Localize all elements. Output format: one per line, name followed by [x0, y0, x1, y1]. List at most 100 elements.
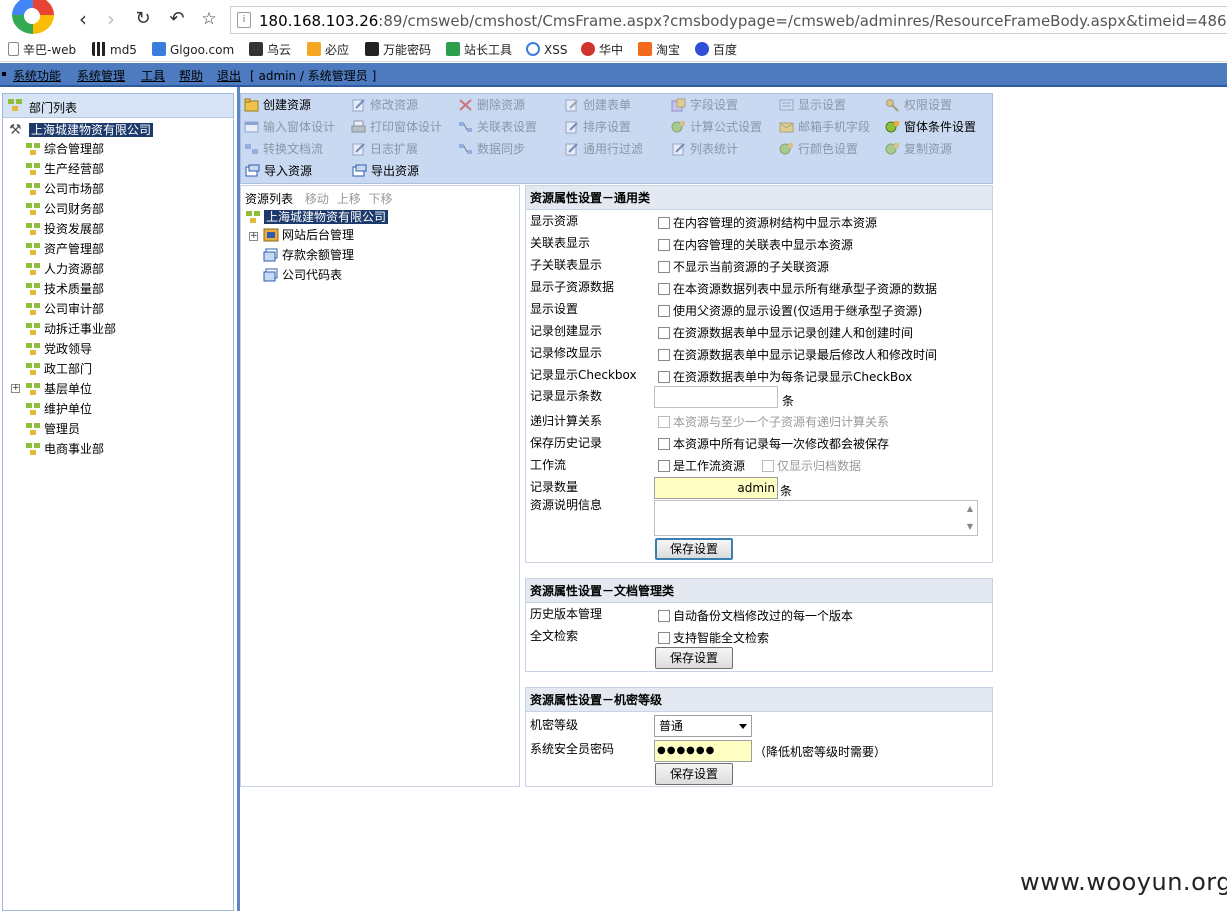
setting-checkbox[interactable]	[658, 327, 670, 339]
workflow-checkbox[interactable]	[658, 460, 670, 472]
department-item[interactable]: 党政领导	[25, 340, 92, 358]
bookmark-item[interactable]: 淘宝	[638, 41, 680, 59]
menu-help[interactable]: 帮助	[179, 67, 203, 84]
reload-icon[interactable]: ↻	[132, 8, 154, 30]
toolbar-button[interactable]: 打印窗体设计	[351, 117, 442, 137]
bookmark-item[interactable]: 百度	[695, 41, 737, 59]
setting-checkbox[interactable]	[658, 305, 670, 317]
undo-icon[interactable]: ↶	[166, 8, 188, 30]
dept-tree-root[interactable]: ⚒ 上海城建物资有限公司	[9, 122, 154, 140]
toolbar-button[interactable]: 字段设置	[671, 95, 738, 115]
forward-icon[interactable]: ›	[100, 8, 122, 30]
menu-logout[interactable]: 退出	[217, 67, 241, 84]
toolbar-button[interactable]: 权限设置	[885, 95, 952, 115]
move-button[interactable]: 移动	[305, 192, 329, 206]
fulltext-option[interactable]: 支持智能全文检索	[658, 628, 769, 648]
department-item[interactable]: 基层单位	[25, 380, 92, 398]
setting-option[interactable]: 在资源数据表单中为每条记录显示CheckBox	[658, 367, 912, 387]
archive-checkbox[interactable]	[762, 460, 774, 472]
setting-option[interactable]: 在资源数据表单中显示记录创建人和创建时间	[658, 323, 913, 343]
toolbar-button[interactable]: 列表统计	[671, 139, 738, 159]
setting-option[interactable]: 在资源数据表单中显示记录最后修改人和修改时间	[658, 345, 937, 365]
setting-option[interactable]: 在内容管理的资源树结构中显示本资源	[658, 213, 877, 233]
toolbar-button[interactable]: 显示设置	[779, 95, 846, 115]
setting-option[interactable]: 在内容管理的关联表中显示本资源	[658, 235, 853, 255]
bookmark-item[interactable]: 必应	[307, 41, 349, 59]
version-checkbox[interactable]	[658, 610, 670, 622]
setting-checkbox[interactable]	[658, 261, 670, 273]
address-bar[interactable]: i 180.168.103.26:89/cmsweb/cmshost/CmsFr…	[230, 6, 1227, 34]
bookmark-item[interactable]: 万能密码	[365, 41, 431, 59]
toolbar-button[interactable]: 数据同步	[458, 139, 525, 159]
department-item[interactable]: 生产经营部	[25, 160, 104, 178]
record-count-input[interactable]	[654, 386, 778, 408]
department-item[interactable]: 管理员	[25, 420, 80, 438]
move-down-button[interactable]: 下移	[369, 192, 393, 206]
toolbar-button[interactable]: 邮箱手机字段	[779, 117, 870, 137]
resource-tree-item[interactable]: 网站后台管理	[263, 226, 354, 244]
menu-tools[interactable]: 工具	[141, 67, 165, 84]
setting-option[interactable]: 不显示当前资源的子关联资源	[658, 257, 829, 277]
page-info-icon[interactable]: i	[237, 12, 251, 28]
workflow-option[interactable]: 是工作流资源	[658, 456, 745, 476]
setting-option[interactable]: 在本资源数据列表中显示所有继承型子资源的数据	[658, 279, 937, 299]
department-item[interactable]: 人力资源部	[25, 260, 104, 278]
bookmark-item[interactable]: 乌云	[249, 41, 291, 59]
setting-checkbox[interactable]	[658, 283, 670, 295]
browser-logo-icon[interactable]	[12, 0, 54, 34]
department-item[interactable]: 综合管理部	[25, 140, 104, 158]
toolbar-button[interactable]: 转换文档流	[244, 139, 323, 159]
toolbar-button[interactable]: 关联表设置	[458, 117, 537, 137]
menu-system-management[interactable]: 系统管理	[77, 67, 125, 84]
save-general-button[interactable]: 保存设置	[655, 538, 733, 560]
resource-tree-item[interactable]: 公司代码表	[263, 266, 342, 284]
toolbar-button[interactable]: 排序设置	[564, 117, 631, 137]
department-item[interactable]: 公司市场部	[25, 180, 104, 198]
toolbar-button[interactable]: 创建资源	[244, 95, 311, 115]
resource-tree-root[interactable]: 上海城建物资有限公司	[245, 208, 389, 226]
toolbar-button[interactable]: 日志扩展	[351, 139, 418, 159]
version-management-option[interactable]: 自动备份文档修改过的每一个版本	[658, 606, 853, 626]
bookmark-item[interactable]: 华中	[581, 41, 623, 59]
save-security-button[interactable]: 保存设置	[655, 763, 733, 785]
department-item[interactable]: 动拆迁事业部	[25, 320, 116, 338]
toolbar-button[interactable]: 创建表单	[564, 95, 631, 115]
department-item[interactable]: 公司审计部	[25, 300, 104, 318]
description-textarea[interactable]: ▲ ▼	[654, 500, 978, 536]
move-up-button[interactable]: 上移	[337, 192, 361, 206]
setting-option[interactable]: 使用父资源的显示设置(仅适用于继承型子资源)	[658, 301, 922, 321]
department-item[interactable]: 电商事业部	[25, 440, 104, 458]
bookmark-item[interactable]: XSS	[526, 41, 567, 59]
department-item[interactable]: 投资发展部	[25, 220, 104, 238]
toolbar-button[interactable]: 计算公式设置	[671, 117, 762, 137]
security-password-input[interactable]: ●●●●●●	[654, 740, 752, 762]
archive-option[interactable]: 仅显示归档数据	[762, 456, 861, 476]
department-item[interactable]: 政工部门	[25, 360, 92, 378]
expand-icon[interactable]: +	[11, 384, 20, 393]
toolbar-button[interactable]: 删除资源	[458, 95, 525, 115]
department-item[interactable]: 公司财务部	[25, 200, 104, 218]
save-document-button[interactable]: 保存设置	[655, 647, 733, 669]
toolbar-button[interactable]: 导出资源	[352, 161, 419, 181]
scroll-down-icon[interactable]: ▼	[965, 522, 975, 532]
toolbar-button[interactable]: 导入资源	[245, 161, 312, 181]
toolbar-button[interactable]: 行颜色设置	[779, 139, 858, 159]
fulltext-checkbox[interactable]	[658, 632, 670, 644]
expand-icon[interactable]: +	[249, 232, 258, 241]
history-option[interactable]: 本资源中所有记录每一次修改都会被保存	[658, 434, 889, 454]
bookmark-item[interactable]: 站长工具	[446, 41, 512, 59]
setting-checkbox[interactable]	[658, 371, 670, 383]
department-item[interactable]: 技术质量部	[25, 280, 104, 298]
quantity-input[interactable]: admin	[654, 477, 778, 499]
menu-system-functions[interactable]: 系统功能	[13, 67, 61, 84]
toolbar-button[interactable]: 通用行过滤	[564, 139, 643, 159]
recursive-checkbox[interactable]	[658, 416, 670, 428]
bookmark-item[interactable]: Glgoo.com	[152, 41, 234, 59]
toolbar-button[interactable]: 输入窗体设计	[244, 117, 335, 137]
bookmark-item[interactable]: md5	[92, 41, 137, 59]
toolbar-button[interactable]: 复制资源	[885, 139, 952, 159]
toolbar-button[interactable]: 窗体条件设置	[885, 117, 976, 137]
department-item[interactable]: 维护单位	[25, 400, 92, 418]
star-icon[interactable]: ☆	[198, 8, 220, 30]
department-item[interactable]: 资产管理部	[25, 240, 104, 258]
